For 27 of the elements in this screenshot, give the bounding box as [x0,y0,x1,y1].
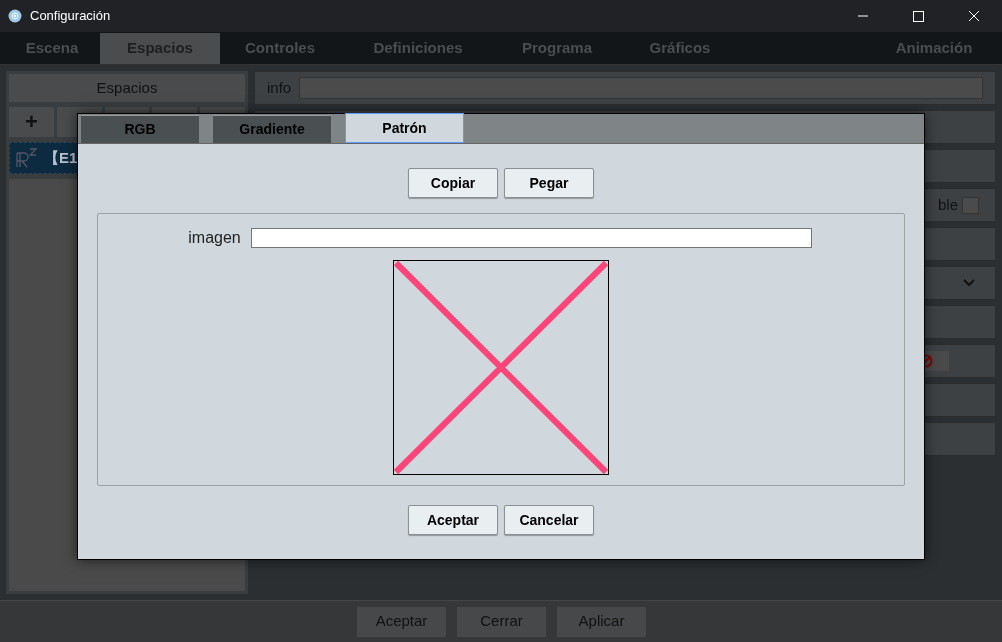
cancel-button[interactable]: Cancelar [504,505,594,535]
tab[interactable]: Definiciones [340,33,496,64]
maximize-icon[interactable] [913,10,924,22]
field-label: imagen [188,228,241,248]
tab[interactable]: Controles [220,33,340,64]
panel-header: Espacios [9,74,245,102]
footer-button[interactable]: Cerrar [457,606,546,637]
app-icon [8,9,22,23]
add-button[interactable]: + [9,107,54,137]
close-icon[interactable] [968,10,980,22]
window-title: Configuración [30,7,111,26]
tab[interactable]: Gráficos [618,33,742,64]
info-field[interactable] [299,77,983,99]
image-field[interactable] [250,228,812,248]
copy-button[interactable]: Copiar [408,168,498,198]
tab[interactable]: Programa [496,33,618,64]
plane-icon [14,147,40,169]
tab[interactable]: Escena [4,33,100,64]
dialog-tab[interactable]: Gradiente [213,115,331,143]
tab[interactable]: Animación [874,33,994,64]
dialog-tab[interactable]: RGB [81,115,199,143]
checkbox[interactable] [962,196,979,214]
ok-button[interactable]: Aceptar [408,505,498,535]
paste-button[interactable]: Pegar [504,168,594,198]
footer-button[interactable]: Aplicar [557,606,646,637]
dialog-tab[interactable]: Patrón [345,113,464,143]
footer-button[interactable]: Aceptar [357,606,446,637]
